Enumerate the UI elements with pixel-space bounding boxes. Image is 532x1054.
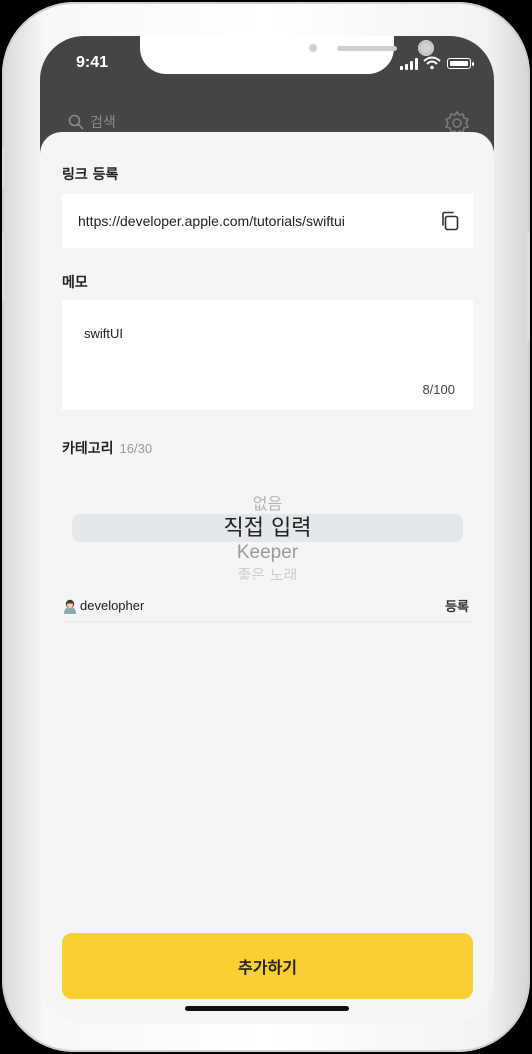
battery-icon — [447, 58, 471, 69]
screen: 9:41 검색 링크 등록 https://developer.apple.co… — [40, 36, 494, 1024]
link-section-label: 링크 등록 — [62, 167, 119, 183]
category-label: 카테고리 — [62, 441, 114, 457]
mute-switch — [2, 147, 6, 187]
search-label: 검색 — [90, 115, 116, 131]
notch — [140, 36, 434, 74]
category-count: 16/30 — [119, 441, 153, 456]
memo-section-label: 메모 — [62, 275, 88, 291]
status-time: 9:41 — [76, 54, 109, 71]
picker-option[interactable]: Keeper — [72, 542, 463, 564]
sensor-dot — [309, 44, 317, 52]
link-url-field[interactable]: https://developer.apple.com/tutorials/sw… — [62, 194, 473, 248]
picker-option[interactable]: 좋은 노래 — [72, 564, 463, 580]
link-url-text: https://developer.apple.com/tutorials/sw… — [78, 213, 345, 229]
home-indicator — [185, 1006, 349, 1011]
category-picker[interactable]: 없음 직접 입력 Keeper 좋은 노래 — [72, 482, 463, 592]
search-icon — [68, 114, 84, 130]
wifi-icon — [423, 56, 441, 70]
developer-row: developher 등록 — [62, 596, 473, 622]
avatar-icon — [64, 599, 76, 614]
search-bar[interactable]: 검색 — [68, 112, 116, 132]
power-button — [526, 232, 530, 342]
developer-name: developher — [80, 598, 145, 613]
volume-button — [2, 232, 6, 302]
front-camera — [418, 40, 434, 56]
add-button-label: 추가하기 — [238, 958, 297, 977]
memo-char-count: 8/100 — [422, 382, 455, 397]
picker-option-selected[interactable]: 직접 입력 — [72, 510, 463, 542]
memo-text: swiftUI — [84, 326, 123, 341]
add-button[interactable]: 추가하기 — [62, 933, 473, 999]
register-button[interactable]: 등록 — [445, 596, 469, 615]
cellular-signal-icon — [400, 58, 418, 70]
speaker — [337, 46, 397, 51]
category-header: 카테고리 16/30 — [62, 438, 152, 458]
copy-icon[interactable] — [439, 210, 461, 232]
memo-textarea[interactable]: swiftUI 8/100 — [62, 300, 473, 410]
phone-frame: 9:41 검색 링크 등록 https://developer.apple.co… — [2, 2, 530, 1052]
battery-cap — [472, 61, 474, 66]
add-link-sheet: 링크 등록 https://developer.apple.com/tutori… — [40, 132, 494, 1024]
